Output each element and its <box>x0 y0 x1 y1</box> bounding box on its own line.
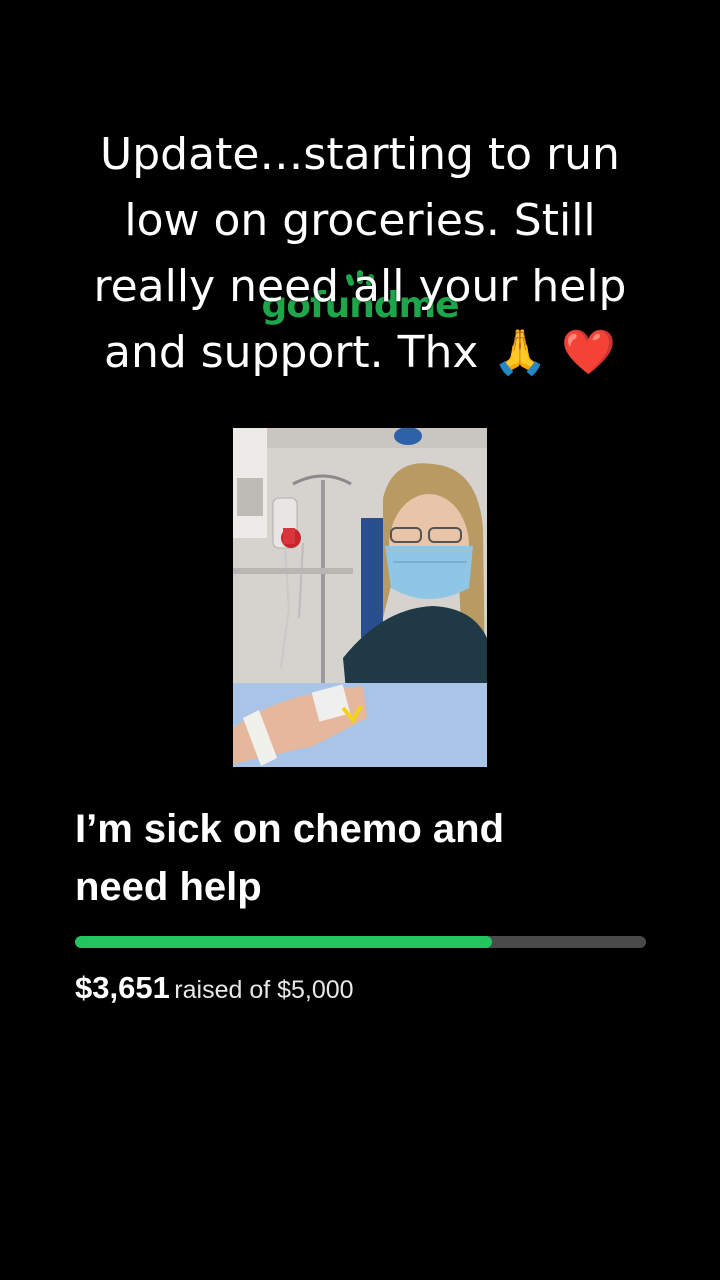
campaign-photo <box>233 428 487 767</box>
campaign-title[interactable]: I’m sick on chemo and need help <box>75 800 635 916</box>
goal-text: raised of $5,000 <box>174 976 354 1004</box>
amount-raised-line: $3,651 raised of $5,000 <box>75 970 675 1006</box>
fundraising-progress-bar <box>75 936 646 948</box>
campaign-photo-image <box>233 428 487 767</box>
amount-raised: $3,651 <box>75 970 170 1005</box>
video-caption-text: Update…starting to run low on groceries.… <box>93 129 627 378</box>
fundraising-progress-fill <box>75 936 492 948</box>
